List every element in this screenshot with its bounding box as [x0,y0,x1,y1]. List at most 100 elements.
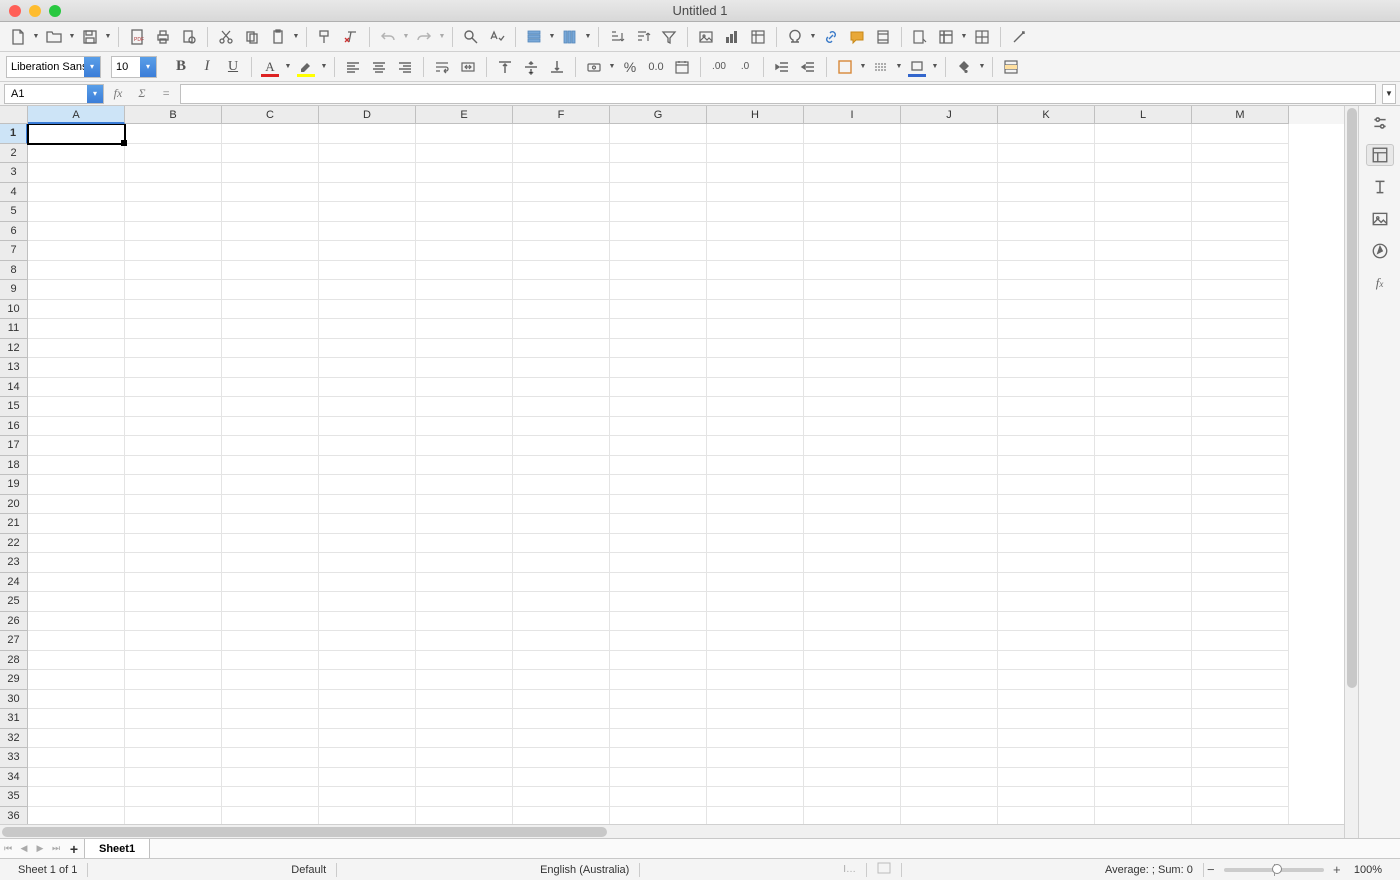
cell[interactable] [707,651,804,671]
cell[interactable] [222,300,319,320]
cell[interactable] [222,124,319,144]
cell[interactable] [1192,495,1289,515]
cell[interactable] [901,241,998,261]
cell[interactable] [125,670,222,690]
cell[interactable] [513,280,610,300]
cell[interactable] [804,787,901,807]
cell[interactable] [222,163,319,183]
cell[interactable] [998,631,1095,651]
sort-desc-button[interactable] [631,25,655,49]
hyperlink-button[interactable] [819,25,843,49]
cell[interactable] [804,553,901,573]
cell[interactable] [1095,261,1192,281]
cell[interactable] [416,202,513,222]
cell[interactable] [610,144,707,164]
percent-button[interactable]: % [618,55,642,79]
cell[interactable] [610,124,707,144]
cell[interactable] [998,280,1095,300]
cell[interactable] [901,300,998,320]
cell[interactable] [610,807,707,825]
cell[interactable] [222,241,319,261]
cell[interactable] [707,534,804,554]
cell[interactable] [319,670,416,690]
row-header[interactable]: 32 [0,729,28,749]
column-header[interactable]: L [1095,106,1192,124]
cell[interactable] [707,768,804,788]
cell[interactable] [28,222,125,242]
zoom-percent[interactable]: 100% [1344,864,1392,876]
cell[interactable] [416,612,513,632]
cell[interactable] [513,495,610,515]
align-vcenter-button[interactable] [519,55,543,79]
cell[interactable] [513,417,610,437]
cell[interactable] [319,163,416,183]
cell[interactable] [1192,183,1289,203]
cell[interactable] [707,495,804,515]
cell[interactable] [125,144,222,164]
cell[interactable] [707,748,804,768]
cell[interactable] [804,709,901,729]
cell[interactable] [125,592,222,612]
cell[interactable] [1192,475,1289,495]
cell[interactable] [804,651,901,671]
pivot-table-button[interactable] [746,25,770,49]
cell[interactable] [125,553,222,573]
border-style-button[interactable] [869,55,893,79]
italic-button[interactable]: I [195,55,219,79]
cell[interactable] [1095,222,1192,242]
row-header[interactable]: 33 [0,748,28,768]
cell[interactable] [319,690,416,710]
cell[interactable] [901,163,998,183]
cell[interactable] [1192,709,1289,729]
cell[interactable] [28,768,125,788]
cell[interactable] [319,787,416,807]
cell[interactable] [319,768,416,788]
cell[interactable] [707,378,804,398]
row-header[interactable]: 18 [0,456,28,476]
cell[interactable] [707,222,804,242]
cell[interactable] [610,241,707,261]
cell[interactable] [707,670,804,690]
cell[interactable] [610,690,707,710]
cell[interactable] [513,456,610,476]
cell[interactable] [125,651,222,671]
cell[interactable] [610,358,707,378]
row-header[interactable]: 24 [0,573,28,593]
bold-button[interactable]: B [169,55,193,79]
cell[interactable] [707,514,804,534]
cell[interactable] [222,573,319,593]
cell[interactable] [804,124,901,144]
cell[interactable] [416,261,513,281]
cell[interactable] [998,124,1095,144]
cell[interactable] [416,690,513,710]
row-header[interactable]: 34 [0,768,28,788]
cell[interactable] [1095,124,1192,144]
copy-button[interactable] [240,25,264,49]
cell[interactable] [125,475,222,495]
zoom-slider[interactable] [1224,868,1324,872]
print-button[interactable] [151,25,175,49]
cell[interactable] [222,592,319,612]
cell[interactable] [610,768,707,788]
cell[interactable] [222,670,319,690]
cell[interactable] [416,358,513,378]
cell[interactable] [1192,163,1289,183]
cell[interactable] [416,495,513,515]
cell[interactable] [901,495,998,515]
cell[interactable] [1192,592,1289,612]
cell[interactable] [28,280,125,300]
cell[interactable] [804,339,901,359]
borders-button[interactable] [833,55,857,79]
cell[interactable] [707,807,804,825]
row-header[interactable]: 25 [0,592,28,612]
cell[interactable] [513,612,610,632]
sidebar-gallery-button[interactable] [1366,208,1394,230]
status-insert-mode[interactable]: I… [833,864,866,875]
row-header[interactable]: 23 [0,553,28,573]
cell[interactable] [319,534,416,554]
freeze-panes-dropdown[interactable]: ▼ [960,33,968,40]
row-header[interactable]: 31 [0,709,28,729]
cell[interactable] [319,241,416,261]
cell[interactable] [1095,807,1192,825]
grid-body[interactable]: 1234567891011121314151617181920212223242… [0,124,1344,824]
